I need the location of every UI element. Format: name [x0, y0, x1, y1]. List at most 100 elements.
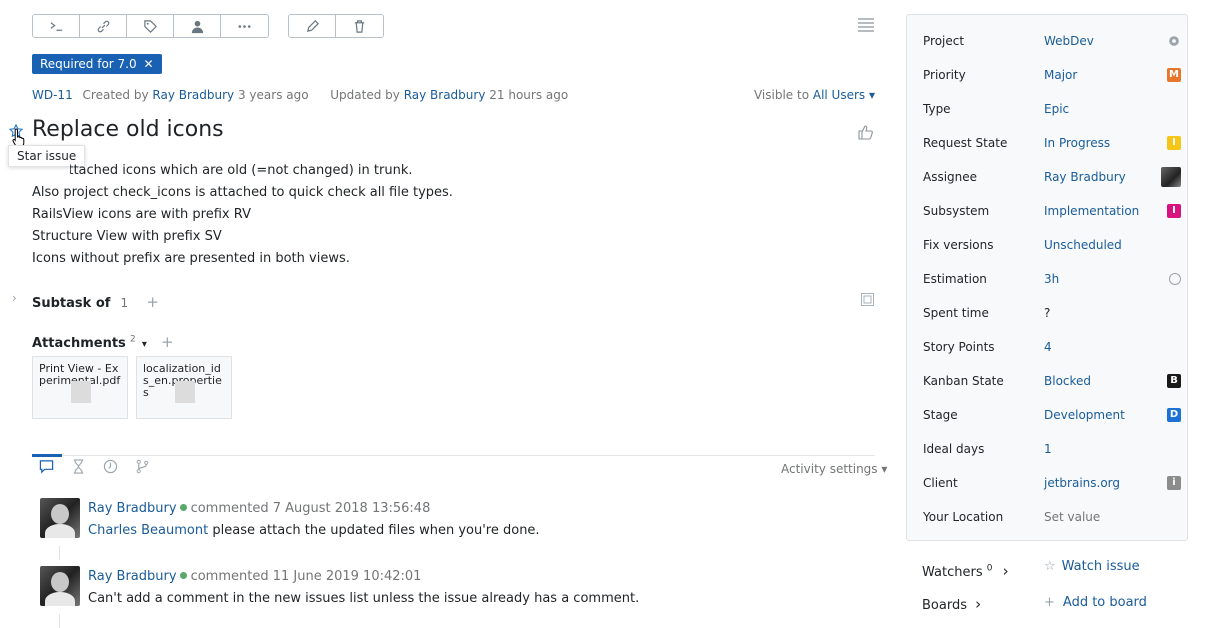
watchers-toggle[interactable]: Watchers 0 ›: [922, 562, 1009, 580]
field-value[interactable]: Major: [1044, 65, 1077, 85]
field-name: Assignee: [923, 170, 978, 184]
attachment-card[interactable]: localization_ids_en.properties: [136, 356, 232, 419]
attachments-menu-caret-icon[interactable]: ▾: [142, 339, 147, 350]
field-fix-versions[interactable]: Fix versions Unscheduled: [923, 235, 1181, 255]
comment-date[interactable]: 11 June 2019 10:42:01: [273, 569, 422, 584]
boards-toggle[interactable]: Boards ›: [922, 595, 981, 613]
tag-label: Required for 7.0: [40, 57, 137, 71]
comment-text: Charles Beaumont please attach the updat…: [88, 523, 540, 538]
attachment-card[interactable]: Print View - Experimental.pdf: [32, 356, 128, 419]
field-value[interactable]: Development: [1044, 405, 1125, 425]
plus-icon: +: [1044, 595, 1055, 610]
avatar[interactable]: [40, 498, 80, 538]
field-value[interactable]: 1: [1044, 439, 1052, 459]
boards-label: Boards: [922, 598, 967, 613]
field-name: Fix versions: [923, 238, 994, 252]
add-tag-button[interactable]: [127, 15, 174, 37]
issue-title[interactable]: Replace old icons: [32, 117, 224, 142]
comment-author[interactable]: Ray Bradbury: [88, 501, 177, 516]
field-estimation[interactable]: Estimation 3h: [923, 269, 1181, 289]
visibility-selector[interactable]: All Users ▾: [813, 88, 875, 102]
progress-ring-icon: [1169, 273, 1181, 285]
view-options-button[interactable]: [858, 18, 874, 32]
comment-date[interactable]: 7 August 2018 13:56:48: [273, 501, 431, 516]
field-priority[interactable]: Priority Major M: [923, 65, 1181, 85]
field-value[interactable]: Ray Bradbury: [1044, 167, 1126, 187]
created-by-user[interactable]: Ray Bradbury: [152, 88, 234, 102]
field-color-badge: D: [1167, 408, 1181, 422]
field-value[interactable]: jetbrains.org: [1044, 473, 1120, 493]
comment-mention[interactable]: Charles Beaumont: [88, 523, 208, 538]
comment-body-text: Can't add a comment in the new issues li…: [88, 591, 640, 606]
subtask-expand-chevron-icon[interactable]: ›: [12, 291, 17, 305]
avatar[interactable]: [40, 566, 80, 606]
history-tab[interactable]: [103, 459, 118, 474]
field-story-points[interactable]: Story Points 4: [923, 337, 1181, 357]
activity-settings-button[interactable]: Activity settings ▾: [781, 462, 887, 476]
field-subsystem[interactable]: Subsystem Implementation I: [923, 201, 1181, 221]
file-thumbnail-icon: [71, 381, 91, 403]
field-value[interactable]: Unscheduled: [1044, 235, 1122, 255]
work-items-tab[interactable]: [71, 459, 86, 474]
add-attachment-icon[interactable]: +: [161, 333, 174, 351]
field-value[interactable]: Set value: [1044, 507, 1100, 527]
field-name: Stage: [923, 408, 958, 422]
comment-author[interactable]: Ray Bradbury: [88, 569, 177, 584]
edit-button[interactable]: [289, 15, 336, 37]
user-icon: [191, 20, 203, 33]
subtask-expand-view-button[interactable]: [861, 293, 874, 306]
field-name: Project: [923, 34, 965, 48]
created-ago: 3 years ago: [237, 88, 309, 102]
field-value[interactable]: 3h: [1044, 269, 1059, 289]
field-stage[interactable]: Stage Development D: [923, 405, 1181, 425]
more-button[interactable]: [221, 15, 268, 37]
image-icon: [861, 293, 874, 306]
issue-id[interactable]: WD-11: [32, 88, 73, 102]
subtask-label[interactable]: Subtask of: [32, 296, 110, 311]
field-value[interactable]: ?: [1044, 303, 1050, 323]
field-value[interactable]: Implementation: [1044, 201, 1139, 221]
comment-header: Ray Bradbury commented 11 June 2019 10:42…: [88, 569, 421, 584]
comments-tab[interactable]: [39, 459, 54, 474]
tag-required-for-7[interactable]: Required for 7.0 ✕: [32, 54, 162, 74]
branch-icon: [136, 459, 149, 474]
updated-by-user[interactable]: Ray Bradbury: [404, 88, 486, 102]
link-issue-button[interactable]: [80, 15, 127, 37]
vcs-changes-tab[interactable]: [135, 459, 150, 474]
field-value[interactable]: 4: [1044, 337, 1052, 357]
field-color-badge: I: [1167, 136, 1181, 150]
field-kanban-state[interactable]: Kanban State Blocked B: [923, 371, 1181, 391]
field-ideal-days[interactable]: Ideal days 1: [923, 439, 1181, 459]
assign-button[interactable]: [174, 15, 221, 37]
assignee-avatar: [1161, 167, 1181, 187]
field-name: Spent time: [923, 306, 989, 320]
add-to-board-button[interactable]: + Add to board: [1044, 595, 1147, 610]
field-project[interactable]: Project WebDev: [923, 31, 1181, 51]
tag-remove-icon[interactable]: ✕: [143, 57, 153, 71]
field-value[interactable]: Blocked: [1044, 371, 1091, 391]
subtask-count: 1: [120, 296, 129, 310]
online-status-icon: [179, 504, 187, 511]
menu-lines-icon: [858, 18, 874, 32]
field-assignee[interactable]: Assignee Ray Bradbury: [923, 167, 1181, 187]
attachments-label[interactable]: Attachments: [32, 336, 126, 351]
add-subtask-icon[interactable]: +: [146, 293, 159, 311]
field-request-state[interactable]: Request State In Progress I: [923, 133, 1181, 153]
field-value[interactable]: WebDev: [1044, 31, 1094, 51]
field-value[interactable]: Epic: [1044, 99, 1069, 119]
updated-prefix: Updated by: [330, 88, 400, 102]
field-name: Subsystem: [923, 204, 990, 218]
field-name: Client: [923, 476, 958, 490]
gear-icon[interactable]: [1167, 34, 1181, 48]
watch-issue-button[interactable]: ☆ Watch issue: [1044, 559, 1140, 574]
comment-action: commented: [190, 501, 269, 516]
trash-icon: [354, 19, 365, 33]
field-type[interactable]: Type Epic: [923, 99, 1181, 119]
field-your-location[interactable]: Your Location Set value: [923, 507, 1181, 527]
field-spent-time[interactable]: Spent time?: [923, 303, 1181, 323]
field-client[interactable]: Client jetbrains.org i: [923, 473, 1181, 493]
vote-button[interactable]: [858, 124, 874, 140]
field-value[interactable]: In Progress: [1044, 133, 1110, 153]
command-button[interactable]: [33, 15, 80, 37]
delete-button[interactable]: [336, 15, 383, 37]
